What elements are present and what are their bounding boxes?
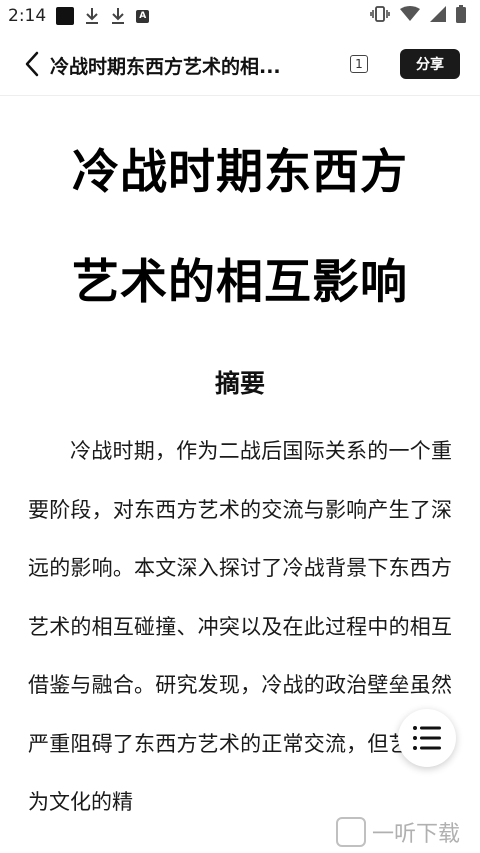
abstract-heading: 摘要 — [214, 369, 265, 398]
header-title: 冷战时期东西方艺术的相... — [50, 56, 281, 78]
wifi-icon — [400, 5, 420, 27]
watermark-text: 一听下载 — [372, 822, 461, 847]
table-of-contents-button[interactable] — [398, 709, 456, 767]
notification-app-icon — [56, 7, 75, 25]
vibrate-icon — [370, 5, 390, 28]
page-count-badge[interactable]: 1 — [350, 55, 368, 73]
article-title: 冷战时期东西方 艺术的相互影响 — [0, 96, 480, 338]
chevron-left-icon — [25, 51, 39, 77]
battery-icon — [456, 4, 466, 28]
download-icon-2 — [110, 7, 126, 25]
article-title-line2: 艺术的相互影响 — [72, 255, 408, 310]
abstract-paragraph: 冷战时期，作为二战后国际关系的一个重要阶段，对东西方艺术的交流与影响产生了深远的… — [28, 439, 452, 814]
article-title-line1: 冷战时期东西方 — [72, 145, 408, 200]
watermark-logo-icon — [336, 817, 366, 847]
app-a-icon: A — [136, 9, 150, 23]
share-button[interactable]: 分享 — [400, 49, 460, 79]
back-button[interactable] — [18, 50, 46, 78]
status-time: 2:14 — [8, 6, 47, 26]
download-icon — [84, 7, 100, 25]
app-header: 冷战时期东西方艺术的相... 1 分享 — [0, 32, 480, 96]
status-bar: 2:14 A — [0, 0, 480, 32]
signal-icon — [430, 5, 446, 27]
watermark: 一听下载 — [336, 812, 460, 852]
list-menu-icon — [413, 726, 441, 750]
